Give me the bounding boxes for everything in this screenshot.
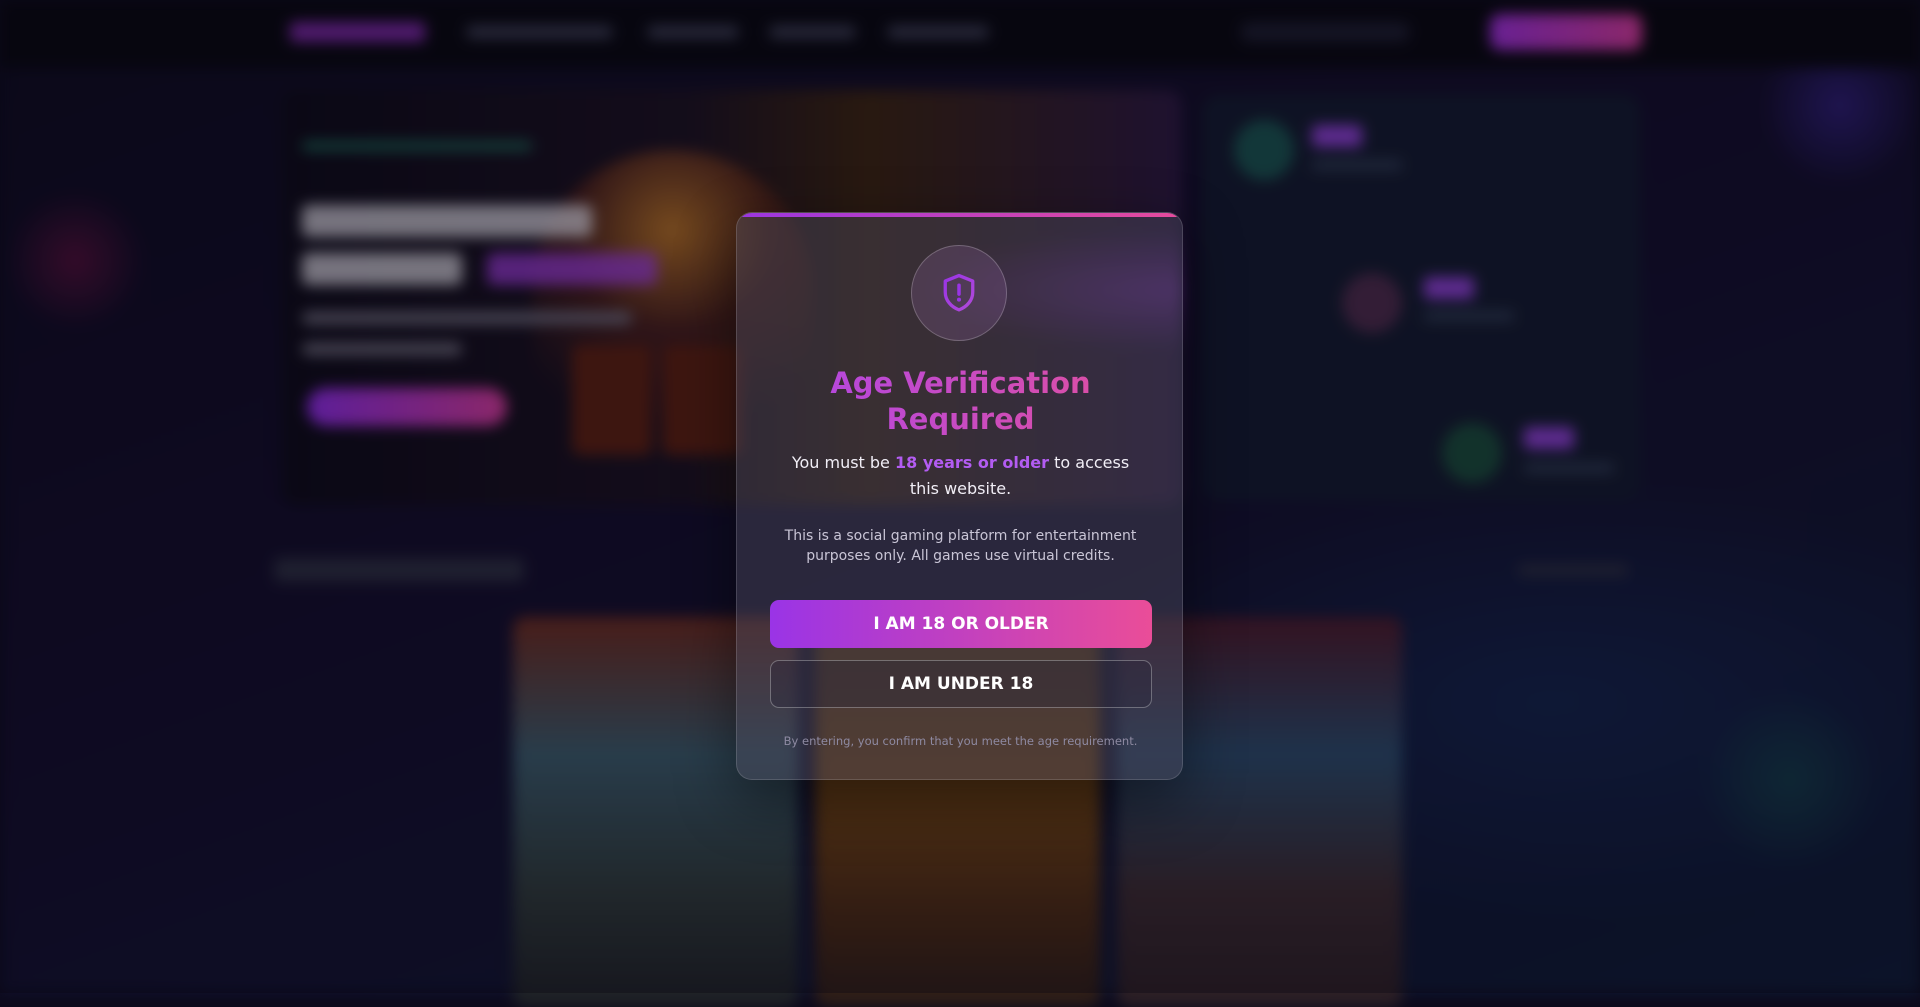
age-verification-modal: Age Verification Required You must be 18… (736, 212, 1183, 780)
shield-icon-container (911, 245, 1007, 341)
modal-accent-bar (737, 213, 1182, 217)
modal-footnote: By entering, you confirm that you meet t… (783, 734, 1138, 748)
subtitle-prefix: You must be (791, 453, 890, 472)
confirm-age-button[interactable]: I AM 18 OR OLDER (770, 600, 1152, 648)
age-requirement-highlight: 18 years or older (895, 453, 1050, 472)
platform-disclaimer: This is a social gaming platform for ent… (784, 528, 1137, 564)
modal-subtitle: You must be 18 years or older to access … (777, 450, 1144, 502)
modal-title: Age Verification Required (777, 365, 1144, 437)
shield-alert-icon (943, 273, 975, 312)
under-age-button[interactable]: I AM UNDER 18 (770, 660, 1152, 708)
